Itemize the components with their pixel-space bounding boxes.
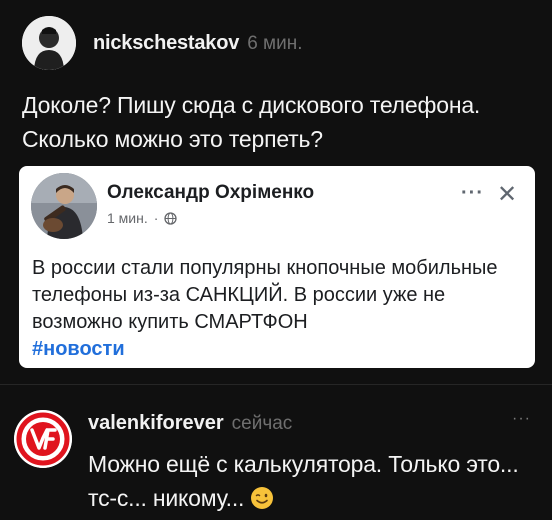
comment-avatar[interactable] (14, 410, 72, 468)
comment-body: Можно ещё с калькулятора. Только это... … (88, 451, 519, 511)
embed-meta: 1 мин. · (107, 210, 178, 226)
embed-body: В россии стали популярны кнопочные мобил… (32, 255, 527, 363)
vf-logo-icon (14, 410, 72, 468)
avatar[interactable] (22, 16, 76, 70)
thread-view: nickschestakov 6 мин. Доколе? Пишу сюда … (0, 0, 552, 520)
post-header: nickschestakov 6 мин. (22, 12, 302, 74)
post-timestamp: 6 мин. (247, 32, 303, 54)
post-text: Доколе? Пишу сюда с дискового телефона. … (22, 92, 481, 152)
globe-icon (164, 211, 178, 225)
wink-emoji-icon (251, 487, 274, 509)
comment-text: Можно ещё с калькулятора. Только это... … (88, 447, 538, 515)
embed-close-icon: ✕ (497, 181, 518, 208)
post-username[interactable]: nickschestakov (93, 32, 239, 55)
divider (0, 384, 552, 385)
embed-body-text: В россии стали популярны кнопочные мобил… (32, 257, 498, 333)
comment-username[interactable]: valenkiforever (88, 412, 224, 435)
embed-separator: · (153, 210, 159, 226)
man-with-guitar-photo-icon (31, 173, 97, 239)
embed-avatar (31, 173, 97, 239)
embed-hashtag: #новости (32, 338, 125, 360)
embed-more-icon: ··· (461, 182, 484, 204)
embed-author: Олександр Охріменко (107, 182, 315, 203)
person-avatar-icon (22, 16, 76, 70)
comment-timestamp: сейчас (231, 413, 293, 434)
post-meta: nickschestakov 6 мин. (93, 32, 302, 55)
more-options-icon[interactable]: ··· (512, 410, 531, 428)
embed-time: 1 мин. (107, 210, 148, 226)
embedded-post-image: Олександр Охріменко 1 мин. · ··· ✕ В рос… (19, 166, 535, 368)
comment-header: valenkiforever сейчас (88, 412, 292, 435)
